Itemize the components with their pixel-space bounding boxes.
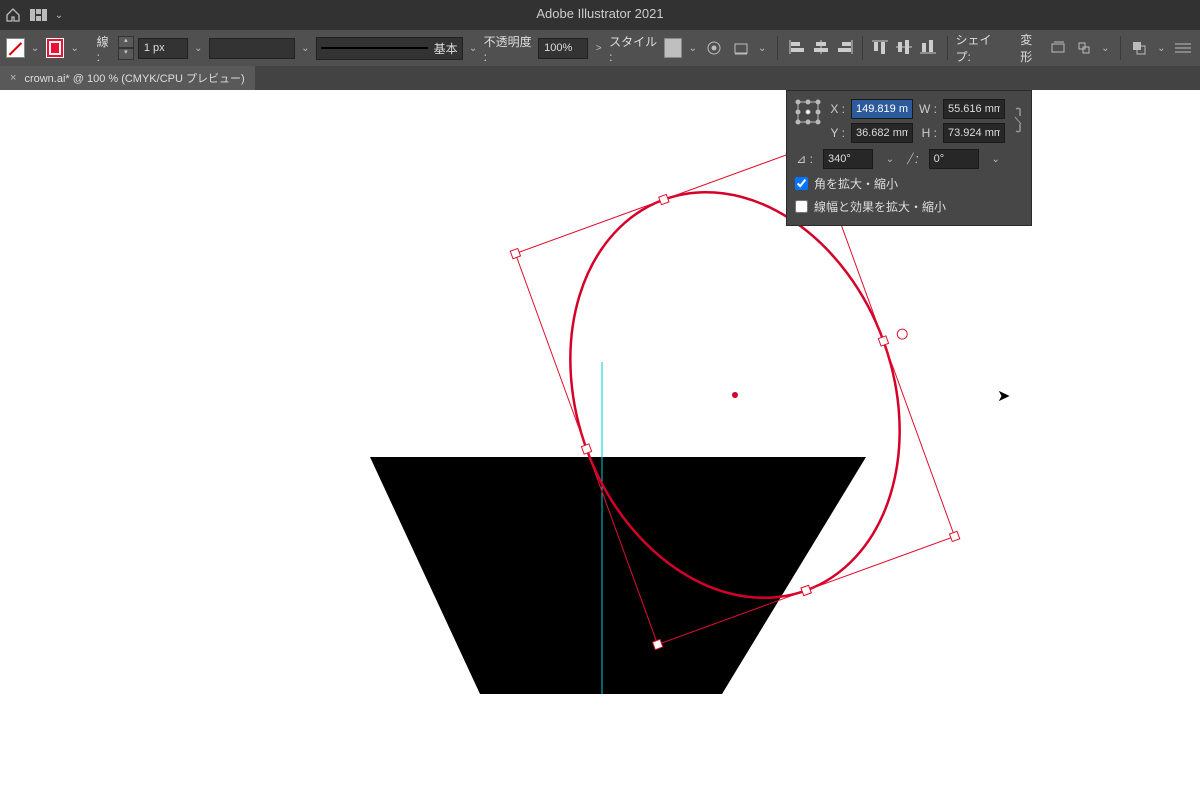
- h-input[interactable]: [943, 123, 1005, 143]
- align-bottom-icon[interactable]: [917, 36, 939, 58]
- style-label: スタイル :: [609, 33, 660, 64]
- list-icon[interactable]: [1172, 36, 1194, 60]
- opacity-label: 不透明度 :: [484, 33, 535, 64]
- reference-point-icon[interactable]: [795, 99, 821, 125]
- layout-icon[interactable]: [26, 0, 52, 30]
- angle-label: ⊿ :: [795, 152, 813, 166]
- app-title: Adobe Illustrator 2021: [0, 6, 1200, 21]
- var-width-dropdown[interactable]: ⌄: [299, 38, 312, 58]
- separator: [947, 36, 948, 60]
- stroke-stepper[interactable]: ▴▾: [118, 36, 134, 60]
- transform-panel: X : W : Y : H : ⊿ : ⌄ ⧸ :: [786, 90, 1032, 226]
- link-icon[interactable]: [1011, 99, 1025, 141]
- canvas[interactable]: ➤ X : W : Y :: [0, 90, 1200, 800]
- edit-group-dropdown[interactable]: ⌄: [1099, 38, 1112, 58]
- fill-swatch[interactable]: [6, 38, 25, 58]
- align-right-icon[interactable]: [834, 36, 856, 58]
- skew-icon: ⧸ :: [907, 151, 919, 167]
- brush-preview[interactable]: 基本: [316, 37, 463, 60]
- h-label: H :: [919, 126, 937, 140]
- control-bar: ⌄ ⌄ 線 : ▴▾ ⌄ ⌄ 基本 ⌄ 不透明度 : > スタイル : ⌄ ⌄ …: [0, 30, 1200, 66]
- scale-corners-label: 角を拡大・縮小: [814, 175, 898, 192]
- arrange-icon[interactable]: [1129, 36, 1151, 60]
- align-vcenter-icon[interactable]: [893, 36, 915, 58]
- stroke-weight-input[interactable]: [138, 38, 188, 59]
- separator: [862, 36, 863, 60]
- recolor-icon[interactable]: [703, 36, 725, 60]
- scale-strokes-checkbox[interactable]: 線幅と効果を拡大・縮小: [795, 198, 1023, 215]
- document-tab-bar: × crown.ai* @ 100 % (CMYK/CPU プレビュー): [0, 66, 1200, 90]
- edit-group-icon[interactable]: [1073, 36, 1095, 60]
- scale-strokes-input[interactable]: [795, 200, 808, 213]
- style-swatch[interactable]: [664, 38, 683, 58]
- stroke-swatch[interactable]: [46, 38, 65, 58]
- align-to-icon[interactable]: [729, 36, 751, 60]
- stroke-weight-dropdown[interactable]: ⌄: [192, 38, 205, 58]
- scale-corners-checkbox[interactable]: 角を拡大・縮小: [795, 175, 1023, 192]
- isolate-icon[interactable]: [1046, 36, 1068, 60]
- align-buttons: [786, 36, 939, 60]
- y-label: Y :: [827, 126, 845, 140]
- stroke-label: 線 :: [97, 33, 114, 64]
- w-input[interactable]: [943, 99, 1005, 119]
- skew-input[interactable]: [929, 149, 979, 169]
- opacity-dropdown[interactable]: >: [592, 38, 605, 58]
- var-width-profile[interactable]: [209, 38, 295, 59]
- menu-bar: ⌄ Adobe Illustrator 2021: [0, 0, 1200, 30]
- align-top-icon[interactable]: [869, 36, 891, 58]
- angle-input[interactable]: [823, 149, 873, 169]
- arrange-dropdown[interactable]: ⌄: [1155, 38, 1168, 58]
- w-label: W :: [919, 102, 937, 116]
- transform-label[interactable]: 変形: [1020, 31, 1042, 65]
- brush-dropdown[interactable]: ⌄: [467, 38, 480, 58]
- angle-dropdown[interactable]: ⌄: [883, 149, 897, 169]
- layout-dropdown[interactable]: ⌄: [52, 5, 66, 25]
- cursor-icon: ➤: [997, 386, 1010, 406]
- shape-label: シェイプ:: [955, 31, 1002, 65]
- scale-corners-input[interactable]: [795, 177, 808, 190]
- document-tab[interactable]: × crown.ai* @ 100 % (CMYK/CPU プレビュー): [0, 66, 255, 90]
- x-input[interactable]: [851, 99, 913, 119]
- scale-strokes-label: 線幅と効果を拡大・縮小: [814, 198, 946, 215]
- separator: [1120, 36, 1121, 60]
- y-input[interactable]: [851, 123, 913, 143]
- opacity-input[interactable]: [538, 38, 588, 59]
- document-tab-label: crown.ai* @ 100 % (CMYK/CPU プレビュー): [24, 70, 244, 86]
- brush-basic-label: 基本: [434, 40, 458, 57]
- separator: [777, 36, 778, 60]
- fill-dropdown[interactable]: ⌄: [29, 38, 42, 58]
- stroke-dropdown[interactable]: ⌄: [68, 38, 81, 58]
- align-left-icon[interactable]: [786, 36, 808, 58]
- x-label: X :: [827, 102, 845, 116]
- align-to-dropdown[interactable]: ⌄: [756, 38, 769, 58]
- skew-dropdown[interactable]: ⌄: [989, 149, 1003, 169]
- brush-line-icon: [321, 47, 428, 49]
- style-dropdown[interactable]: ⌄: [686, 38, 699, 58]
- home-icon[interactable]: [0, 0, 26, 30]
- close-tab-icon[interactable]: ×: [10, 72, 16, 84]
- align-hcenter-icon[interactable]: [810, 36, 832, 58]
